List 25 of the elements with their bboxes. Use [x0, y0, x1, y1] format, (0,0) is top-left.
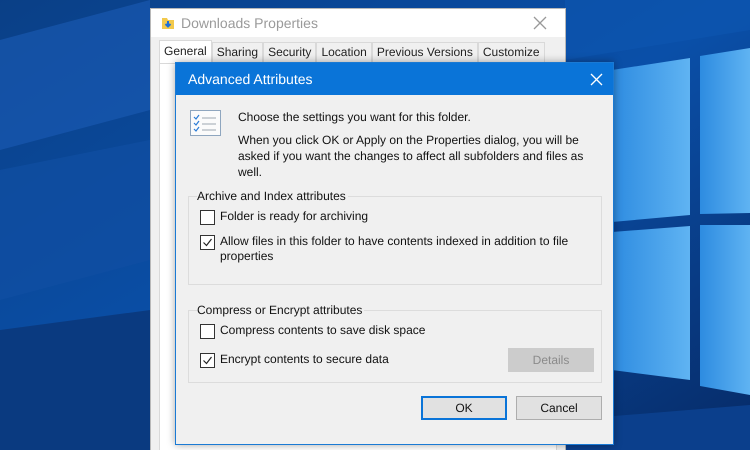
checkbox[interactable]	[200, 235, 215, 250]
tab[interactable]: Location	[316, 42, 372, 63]
checkbox-label[interactable]: Folder is ready for archiving	[220, 209, 591, 224]
checklist-icon	[190, 110, 221, 136]
group-title: Compress or Encrypt attributes	[197, 303, 364, 317]
tab[interactable]: Security	[263, 42, 316, 63]
close-icon[interactable]	[533, 16, 547, 30]
cancel-button[interactable]: Cancel	[516, 396, 602, 420]
ok-button[interactable]: OK	[421, 396, 507, 420]
checkbox[interactable]	[200, 353, 215, 368]
window-title: Downloads Properties	[181, 15, 319, 31]
checkbox-label[interactable]: Encrypt contents to secure data	[220, 352, 508, 367]
checkbox-label[interactable]: Allow files in this folder to have contents indexed in addition to file properties	[220, 234, 591, 264]
tab[interactable]: Sharing	[212, 42, 264, 63]
dialog-title: Advanced Attributes	[188, 71, 314, 87]
dialog-heading: Choose the settings you want for this folder.	[238, 109, 472, 125]
folder-icon	[161, 16, 175, 30]
checkbox-label[interactable]: Compress contents to save disk space	[220, 323, 591, 338]
tab[interactable]: Previous Versions	[372, 42, 478, 63]
checkbox[interactable]	[200, 324, 215, 339]
tab[interactable]: General	[159, 40, 212, 63]
tab[interactable]: Customize	[478, 42, 545, 63]
checkbox[interactable]	[200, 210, 215, 225]
dialog-description: When you click OK or Apply on the Properties dialog, you will be asked if you want the changes to affect all subfolders and files as well.	[238, 132, 584, 180]
group-title: Archive and Index attributes	[197, 189, 347, 203]
